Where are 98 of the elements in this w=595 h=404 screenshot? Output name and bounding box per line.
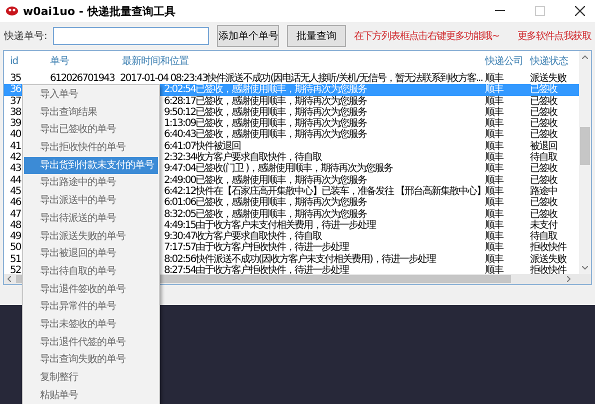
status-cell-text: 已签收 xyxy=(529,106,558,118)
menu-item[interactable]: 复制整行 xyxy=(24,369,158,387)
scroll-down-icon[interactable] xyxy=(582,266,588,270)
number-cell-text: 612026701943 xyxy=(49,73,116,84)
status-cell-text: 拒收快件 xyxy=(529,242,568,254)
location-cell-text: 2:49:00已签收，感谢使用顺丰，期待再次为您服务 xyxy=(163,174,367,186)
status-cell-text: 已签收 xyxy=(529,174,558,186)
company-cell-text: 顺丰 xyxy=(484,174,504,186)
menu-item[interactable]: 导出异常件的单号 xyxy=(24,298,158,316)
company-cell-text: 顺丰 xyxy=(484,186,504,197)
company-cell-text: 顺丰 xyxy=(484,220,504,231)
id-cell-text: 45 xyxy=(9,186,22,198)
scroll-up-icon[interactable] xyxy=(582,55,588,59)
status-cell-text: 待自取 xyxy=(529,231,558,242)
field-label: 快递单号: xyxy=(4,30,48,43)
id-cell-text: 36 xyxy=(9,84,22,96)
company-cell-text: 顺丰 xyxy=(484,84,504,96)
action-button[interactable]: 添加单个单号 xyxy=(217,25,280,47)
menu-item[interactable]: 导出路途中的单号 xyxy=(24,174,158,192)
company-cell-text: 顺丰 xyxy=(484,96,504,107)
status-cell-text: 派送失败 xyxy=(529,73,568,84)
id-cell-text: 42 xyxy=(9,152,22,164)
column-header[interactable]: 快递公司 xyxy=(479,51,524,73)
menu-item[interactable]: 导出已签收的单号 xyxy=(24,121,158,140)
menu-item[interactable]: 导出被退回的单号 xyxy=(24,245,158,263)
location-cell-text: 6:42:12快件在【石家庄高开集散中心】已装车，准备发往 【邢台高新集散中心】 xyxy=(163,186,479,197)
status-cell-text: 已签收 xyxy=(529,118,558,130)
location-cell-text: 1:13:09已签收，感谢使用顺丰，期待再次为您服务 xyxy=(163,118,368,130)
status-cell-text: 未支付 xyxy=(529,220,558,231)
location-cell-text: 2:02:54已签收，感谢使用顺丰，期待再次为您服务 xyxy=(163,84,368,96)
menu-item[interactable]: 导出未签收的单号 xyxy=(24,316,158,334)
column-header[interactable]: 单号 xyxy=(44,51,116,73)
location-cell-text: 8:32:05已签收，感谢使用顺丰，期待再次为您服务 xyxy=(163,208,367,220)
status-cell-text: 被退回 xyxy=(529,140,558,152)
company-cell-text: 顺丰 xyxy=(484,265,504,276)
menu-item[interactable]: 导出查询失败的单号 xyxy=(24,351,158,369)
location-cell-text: 8:27:54由于收方客户拒收快件，待进一步处理 xyxy=(163,265,350,276)
company-cell-text: 顺丰 xyxy=(484,73,504,84)
tracking-number-field[interactable] xyxy=(53,27,210,45)
location-cell-text: 9:47:04已签收(门卫 )，感谢使用顺丰，期待再次为您服务 xyxy=(163,163,394,174)
column-header[interactable]: id xyxy=(4,51,44,73)
location-cell-text: 9:30:47收方客户要求自取快件，待自取 xyxy=(163,231,322,242)
column-header[interactable]: 快递状态 xyxy=(524,51,580,73)
vertical-scrollbar[interactable] xyxy=(579,51,591,274)
menu-item[interactable]: 粘贴单号 xyxy=(24,386,158,404)
scroll-right-icon[interactable] xyxy=(567,276,571,282)
location-cell-text: 6:28:17已签收，感谢使用顺丰，期待再次为您服务 xyxy=(163,96,368,107)
column-header[interactable]: 最新时间和位置 xyxy=(116,51,479,73)
status-cell-text: 已签收 xyxy=(529,208,558,220)
menu-item[interactable]: 导出待派送的单号 xyxy=(24,210,158,228)
menu-item[interactable]: 导出派送中的单号 xyxy=(24,192,158,210)
status-cell-text: 待自取 xyxy=(529,152,558,164)
status-cell-text: 已签收 xyxy=(529,197,558,209)
more-software-link[interactable]: 更多软件点我获取 xyxy=(517,29,591,43)
menu-item[interactable]: 导出退件签收的单号 xyxy=(24,280,158,298)
status-cell-text: 派送失败 xyxy=(529,254,568,265)
status-cell-text: 路途中 xyxy=(529,186,558,197)
menu-item[interactable]: 导出派送失败的单号 xyxy=(24,228,158,246)
status-cell-text: 已签收 xyxy=(529,96,558,107)
hint-text: 在下方列表框点击右键更多功能哦~ xyxy=(354,30,500,43)
company-cell-text: 顺丰 xyxy=(484,254,504,265)
status-cell-text: 拒收快件 xyxy=(529,265,568,276)
company-cell-text: 顺丰 xyxy=(484,140,504,152)
status-cell-text: 已签收 xyxy=(529,129,558,140)
app-icon xyxy=(6,6,18,16)
company-cell-text: 顺丰 xyxy=(484,242,504,254)
status-cell-text: 已签收 xyxy=(529,163,558,175)
id-cell-text: 51 xyxy=(9,254,22,266)
company-cell-text: 顺丰 xyxy=(484,118,504,130)
location-cell-text: 6:40:43已签收，感谢使用顺丰，期待再次为您服务 xyxy=(163,129,368,140)
location-cell-text: 8:02:56快件派送不成功(因收方客户未支付相关费用)，待进一步处理 xyxy=(163,254,437,265)
action-button[interactable]: 批量查询 xyxy=(287,25,346,47)
status-cell-text: 已签收 xyxy=(529,84,558,96)
company-cell-text: 顺丰 xyxy=(484,152,504,164)
id-cell-text: 48 xyxy=(9,220,22,232)
location-cell-text: 2:32:34收方客户要求自取快件，待自取 xyxy=(163,152,322,164)
location-cell-text: 9:50:12已签收，感谢使用顺丰，期待再次为您服务 xyxy=(163,106,368,118)
menu-item[interactable]: 导出拒收快件的单号 xyxy=(24,139,158,157)
company-cell-text: 顺丰 xyxy=(484,129,504,140)
company-cell-text: 顺丰 xyxy=(484,197,504,208)
id-cell-text: 35 xyxy=(9,73,22,84)
menu-item[interactable]: 导出货到付款未支付的单号 xyxy=(24,156,158,174)
company-cell-text: 顺丰 xyxy=(484,163,504,174)
scroll-left-icon[interactable] xyxy=(7,276,11,282)
id-cell-text: 37 xyxy=(9,96,22,107)
company-cell-text: 顺丰 xyxy=(484,231,504,242)
location-cell-text: 6:01:06已签收，感谢使用顺丰，期待再次为您服务 xyxy=(163,197,368,208)
scroll-thumb[interactable] xyxy=(580,127,590,165)
company-cell-text: 顺丰 xyxy=(484,208,504,220)
menu-item[interactable]: 导出退件代签的单号 xyxy=(24,334,158,352)
location-cell-text: 4:49:15由于收方客户未支付相关费用，待进一步处理 xyxy=(163,220,378,231)
menu-item[interactable]: 导出查询结果 xyxy=(24,104,158,122)
company-cell-text: 顺丰 xyxy=(484,106,504,118)
window-title: w0ai1uo - 快递批量查询工具 xyxy=(23,4,176,18)
id-cell-text: 40 xyxy=(9,129,22,141)
menu-item[interactable]: 导出待自取的单号 xyxy=(24,262,158,281)
location-cell-text: 7:17:57由于收方客户拒收快件，待进一步处理 xyxy=(163,242,350,254)
location-cell-text: 6:41:07快件被退回 xyxy=(163,140,241,152)
